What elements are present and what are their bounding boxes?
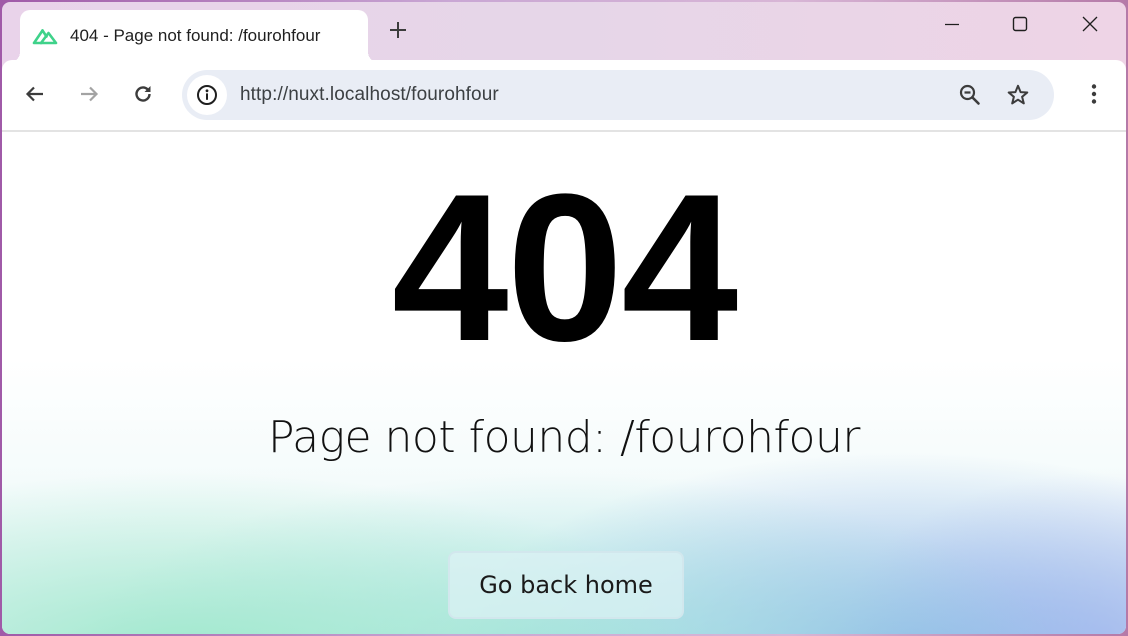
minimize-icon (945, 23, 959, 26)
maximize-button[interactable] (988, 6, 1052, 42)
page-content: 404 Page not found: /fourohfour Go back … (2, 132, 1126, 634)
close-icon (1082, 16, 1098, 32)
minimize-button[interactable] (920, 6, 984, 42)
address-bar[interactable]: http://nuxt.localhost/fourohfour (182, 70, 1054, 120)
nuxt-logo-icon (32, 27, 58, 45)
forward-button[interactable] (71, 76, 107, 112)
reload-icon (135, 86, 151, 102)
new-tab-button[interactable] (384, 16, 412, 44)
arrow-right-icon (81, 86, 99, 102)
tab-active[interactable]: 404 - Page not found: /fourohfour (10, 10, 378, 62)
zoom-out-icon (959, 84, 980, 105)
go-back-home-button[interactable]: Go back home (448, 551, 684, 619)
tab-strip: 404 - Page not found: /fourohfour (2, 2, 1126, 62)
url-text[interactable]: http://nuxt.localhost/fourohfour (240, 84, 499, 106)
bookmark-button[interactable] (1001, 78, 1035, 112)
browser-window: 404 - Page not found: /fourohfour http:/… (2, 2, 1126, 634)
arrow-left-icon (25, 86, 43, 102)
star-icon (1007, 84, 1029, 105)
error-message: Page not found: /fourohfour (268, 412, 860, 463)
plus-icon (390, 22, 406, 38)
zoom-indicator-button[interactable] (953, 78, 987, 112)
error-status-code: 404 (391, 150, 738, 385)
maximize-icon (1012, 16, 1028, 32)
info-icon (197, 85, 217, 105)
site-info-button[interactable] (187, 75, 227, 115)
close-button[interactable] (1058, 6, 1122, 42)
reload-button[interactable] (125, 76, 161, 112)
browser-toolbar: http://nuxt.localhost/fourohfour (2, 60, 1126, 130)
back-button[interactable] (17, 76, 53, 112)
tab-title: 404 - Page not found: /fourohfour (70, 26, 321, 45)
browser-menu-button[interactable] (1076, 76, 1112, 112)
more-vertical-icon (1091, 84, 1097, 104)
